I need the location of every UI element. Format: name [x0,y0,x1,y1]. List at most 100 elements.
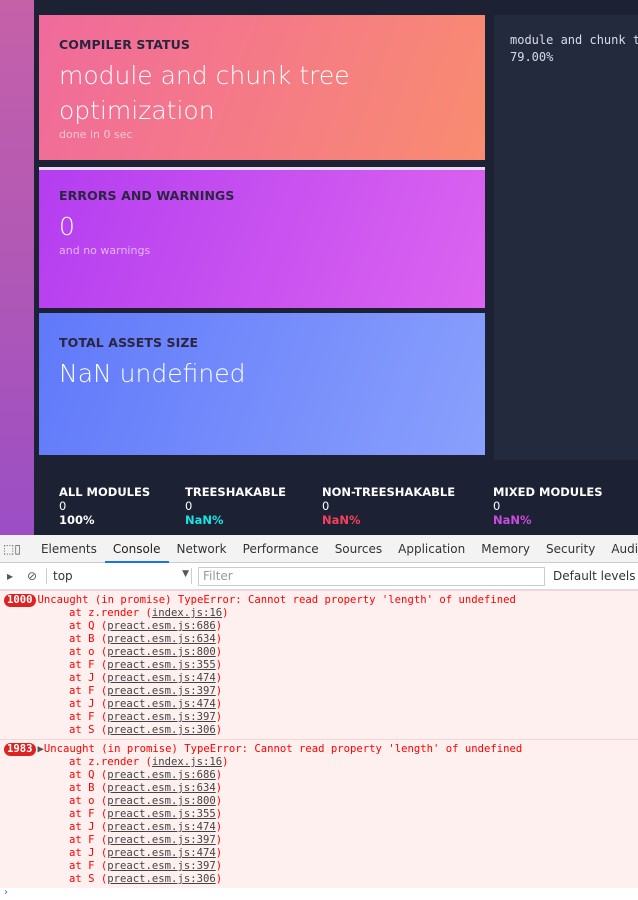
source-link[interactable]: preact.esm.js:474 [107,821,215,833]
source-link[interactable]: index.js:16 [152,756,222,768]
tab-application[interactable]: Application [390,535,473,563]
frame-function: at J ( [69,847,108,859]
source-link[interactable]: preact.esm.js:474 [107,847,215,859]
dashboard: COMPILER STATUS module and chunk tree op… [0,0,638,535]
frame-function: at F ( [69,808,108,820]
stat-percent: NaN% [322,513,361,527]
frame-function: at z.render ( [69,756,152,768]
log-progress: 79.00% [510,50,554,64]
frame-function: at J ( [69,821,108,833]
frame-function: at F ( [69,834,108,846]
console-prompt[interactable]: › [0,888,638,900]
source-link[interactable]: preact.esm.js:306 [107,873,215,885]
tab-network[interactable]: Network [169,535,235,563]
stat-label: ALL MODULES [59,485,151,499]
warnings-text: and no warnings [59,244,151,257]
context-value: top [53,569,73,583]
stat-treeshakable: TREESHAKABLE 0 NaN% [185,485,286,527]
stack-frame: at z.render (index.js:16) [69,607,229,619]
dropdown-arrow-icon: ▼ [182,569,189,579]
log-levels-select[interactable]: Default levels [553,569,635,583]
frame-function: at F ( [69,685,108,697]
tab-memory[interactable]: Memory [473,535,538,563]
source-link[interactable]: preact.esm.js:355 [107,808,215,820]
stat-count: 0 [59,499,67,513]
stack-frame: at S (preact.esm.js:306) [69,724,223,736]
stack-frame: at Q (preact.esm.js:686) [69,620,223,632]
stack-frame: at F (preact.esm.js:355) [69,659,223,671]
source-link[interactable]: preact.esm.js:800 [107,646,215,658]
frame-function: at J ( [69,698,108,710]
source-link[interactable]: preact.esm.js:686 [107,620,215,632]
sidebar-toggle-icon[interactable]: ▸ [2,569,18,583]
console-messages: 1000 Uncaught (in promise) TypeError: Can… [0,590,638,888]
devtools-tabs: ⬚ ▯ Elements Console Network Performance Sou… [0,535,638,563]
clear-console-icon[interactable]: ⊘ [24,569,40,583]
source-link[interactable]: preact.esm.js:397 [107,834,215,846]
repeat-count-badge: 1000 [4,594,36,607]
console-toolbar: ▸ ⊘ top ▼ Filter Default levels [0,563,638,590]
inspect-icon[interactable]: ⬚ [3,542,14,556]
frame-function: at J ( [69,672,108,684]
source-link[interactable]: preact.esm.js:634 [107,633,215,645]
frame-function: at o ( [69,795,108,807]
stack-frame: at Q (preact.esm.js:686) [69,769,223,781]
tab-sources[interactable]: Sources [327,535,390,563]
stat-percent: NaN% [185,513,224,527]
stack-frame: at z.render (index.js:16) [69,756,229,768]
stack-frame: at J (preact.esm.js:474) [69,698,223,710]
frame-function: at B ( [69,782,108,794]
frame-function: at Q ( [69,769,108,781]
log-line: module and chunk tree optimization [510,33,638,47]
source-link[interactable]: preact.esm.js:397 [107,860,215,872]
stat-percent: NaN% [493,513,532,527]
assets-card: TOTAL ASSETS SIZE NaN undefined [39,313,485,455]
source-link[interactable]: preact.esm.js:474 [107,698,215,710]
card-label: ERRORS AND WARNINGS [59,188,235,203]
device-toolbar-icon[interactable]: ▯ [14,542,21,556]
compiler-duration: done in 0 sec [59,128,133,141]
console-error: 1983 ▶Uncaught (in promise) TypeError: Ca… [0,739,638,888]
stat-all-modules: ALL MODULES 0 100% [59,485,150,527]
stack-frame: at F (preact.esm.js:397) [69,711,223,723]
stat-label: TREESHAKABLE [185,485,286,499]
devtools: ⬚ ▯ Elements Console Network Performance Sou… [0,535,638,898]
source-link[interactable]: index.js:16 [152,607,222,619]
source-link[interactable]: preact.esm.js:397 [107,685,215,697]
frame-function: at o ( [69,646,108,658]
compiler-status: module and chunk tree optimization [59,61,350,125]
sidebar-strip [0,0,34,535]
stack-frame: at F (preact.esm.js:397) [69,834,223,846]
source-link[interactable]: preact.esm.js:634 [107,782,215,794]
frame-function: at z.render ( [69,607,152,619]
stack-frame: at B (preact.esm.js:634) [69,782,223,794]
source-link[interactable]: preact.esm.js:686 [107,769,215,781]
source-link[interactable]: preact.esm.js:397 [107,711,215,723]
stack-frame: at o (preact.esm.js:800) [69,646,223,658]
context-select[interactable]: top ▼ [53,569,189,583]
source-link[interactable]: preact.esm.js:800 [107,795,215,807]
tab-console[interactable]: Console [104,535,169,563]
source-link[interactable]: preact.esm.js:474 [107,672,215,684]
source-link[interactable]: preact.esm.js:306 [107,724,215,736]
stat-count: 0 [322,499,330,513]
stat-label: NON-TREESHAKABLE [322,485,456,499]
tab-security[interactable]: Security [538,535,603,563]
tab-performance[interactable]: Performance [235,535,327,563]
frame-function: at F ( [69,860,108,872]
errors-count: 0 [59,212,75,241]
source-link[interactable]: preact.esm.js:355 [107,659,215,671]
stat-mixed-modules: MIXED MODULES 0 NaN% [493,485,603,527]
card-label: TOTAL ASSETS SIZE [59,335,199,350]
stack-frame: at S (preact.esm.js:306) [69,873,223,885]
stack-frame: at F (preact.esm.js:397) [69,685,223,697]
tab-audits[interactable]: Audits [603,535,638,563]
stack-frame: at F (preact.esm.js:355) [69,808,223,820]
errors-card: ERRORS AND WARNINGS 0 and no warnings [39,167,485,308]
stack-frame: at o (preact.esm.js:800) [69,795,223,807]
frame-function: at S ( [69,724,108,736]
tab-elements[interactable]: Elements [33,535,105,563]
frame-function: at B ( [69,633,108,645]
stat-label: MIXED MODULES [493,485,603,499]
filter-input[interactable]: Filter [198,566,545,586]
